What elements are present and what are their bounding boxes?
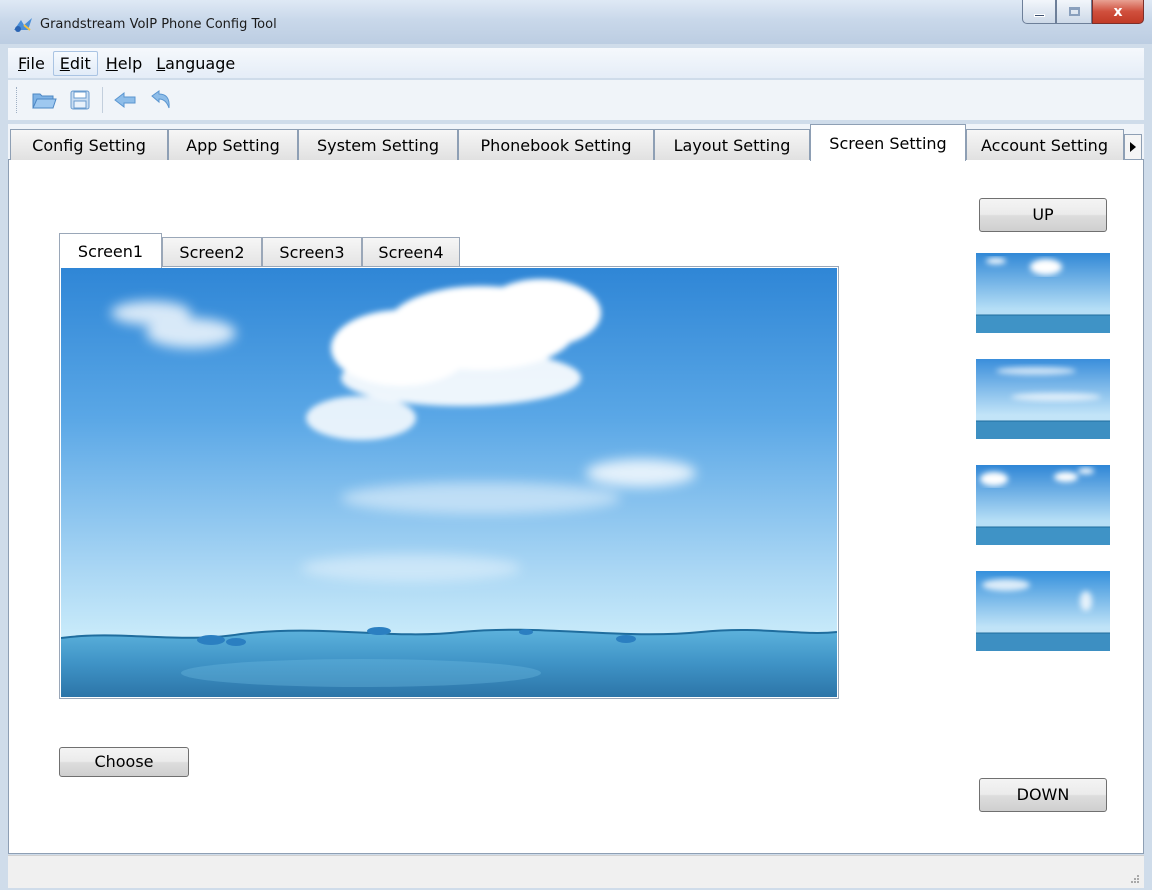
menu-file-accesskey: F (18, 53, 27, 73)
tab-layout-setting[interactable]: Layout Setting (654, 129, 810, 160)
minimize-button[interactable] (1022, 0, 1056, 24)
wallpaper-image (60, 268, 838, 697)
thumbnail-image (976, 465, 1110, 545)
undo-icon (151, 90, 170, 109)
tab-label: Config Setting (32, 136, 146, 155)
menu-edit-accesskey: E (59, 53, 70, 73)
tab-account-setting[interactable]: Account Setting (966, 129, 1124, 160)
tab-screen3[interactable]: Screen3 (262, 237, 362, 267)
wallpaper-thumbnail-3[interactable] (976, 465, 1110, 545)
menu-help-accesskey: H (105, 53, 118, 73)
maximize-icon (1068, 7, 1080, 16)
wallpaper-thumbnail-1[interactable] (976, 253, 1110, 333)
wallpaper-thumbnail-4[interactable] (976, 571, 1110, 651)
tab-label: System Setting (316, 136, 440, 155)
tab-system-setting[interactable]: System Setting (298, 129, 458, 160)
tab-phonebook-setting[interactable]: Phonebook Setting (458, 129, 654, 160)
resize-grip-icon[interactable] (1130, 874, 1140, 884)
toolbar-grip[interactable] (16, 87, 20, 113)
tab-label: Screen3 (279, 243, 345, 262)
wallpaper-thumbnail-2[interactable] (976, 359, 1110, 439)
menu-bar: File Edit Help Language (8, 48, 1144, 78)
back-arrow-icon (114, 91, 136, 109)
close-icon: x (1113, 3, 1123, 20)
menu-language-accesskey: L (156, 53, 166, 73)
tab-label: Screen Setting (829, 134, 947, 153)
maximize-button[interactable] (1056, 0, 1092, 24)
open-folder-icon (32, 93, 57, 109)
down-button[interactable]: DOWN (979, 778, 1107, 812)
menu-file-label: ile (26, 53, 45, 73)
menu-help-label: elp (117, 53, 143, 73)
tab-label: App Setting (186, 136, 280, 155)
menu-edit[interactable]: Edit (52, 50, 98, 76)
menu-edit-label: dit (69, 53, 91, 73)
save-button[interactable] (64, 84, 96, 116)
minimize-icon (1033, 14, 1045, 17)
tab-screen4[interactable]: Screen4 (362, 237, 460, 267)
toolbar-separator (102, 87, 103, 113)
menu-language-label: anguage (165, 53, 236, 73)
window-controls: x (1022, 0, 1144, 30)
app-window: Grandstream VoIP Phone Config Tool x Fil… (0, 0, 1152, 890)
status-bar (8, 855, 1144, 888)
tab-screen-setting[interactable]: Screen Setting (810, 124, 966, 161)
up-button[interactable]: UP (979, 198, 1107, 232)
tab-label: Account Setting (981, 136, 1108, 155)
title-bar: Grandstream VoIP Phone Config Tool x (0, 0, 1152, 44)
tab-label: Screen1 (77, 242, 144, 261)
menu-file[interactable]: File (12, 52, 51, 75)
tab-screen1[interactable]: Screen1 (59, 233, 162, 268)
tab-label: Screen2 (179, 243, 245, 262)
thumbnail-image (976, 359, 1110, 439)
back-button[interactable] (109, 84, 141, 116)
close-button[interactable]: x (1092, 0, 1144, 24)
menu-language[interactable]: Language (150, 52, 241, 75)
window-title: Grandstream VoIP Phone Config Tool (40, 17, 277, 32)
save-icon (70, 90, 90, 110)
menu-help[interactable]: Help (100, 52, 148, 75)
tab-label: Layout Setting (673, 136, 791, 155)
wallpaper-preview (59, 266, 839, 699)
tab-screen2[interactable]: Screen2 (162, 237, 262, 267)
open-button[interactable] (28, 84, 60, 116)
main-tab-strip: Config Setting App Setting System Settin… (8, 124, 1144, 161)
tab-label: Screen4 (378, 243, 444, 262)
screen-setting-panel: Screen1 Screen2 Screen3 Screen4 Choose U… (8, 160, 1144, 854)
toolbar (8, 80, 1144, 120)
thumbnail-image (976, 571, 1110, 651)
scroll-right-icon (1130, 142, 1136, 152)
tab-config-setting[interactable]: Config Setting (10, 129, 168, 160)
app-logo-icon (12, 16, 34, 34)
tab-label: Phonebook Setting (480, 136, 632, 155)
choose-button[interactable]: Choose (59, 747, 189, 777)
undo-button[interactable] (145, 84, 177, 116)
tab-app-setting[interactable]: App Setting (168, 129, 298, 160)
thumbnail-image (976, 253, 1110, 333)
tab-scroll-right-button[interactable] (1124, 134, 1142, 160)
